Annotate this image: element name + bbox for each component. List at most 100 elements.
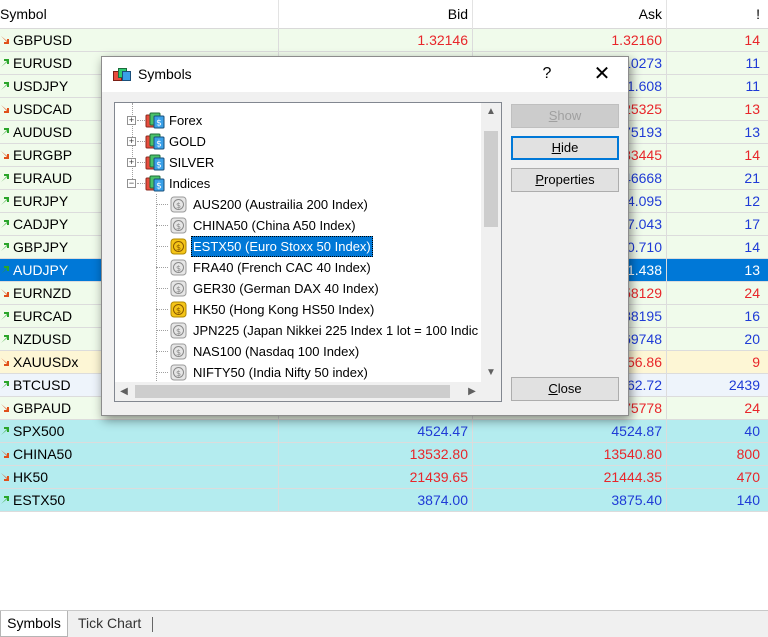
expand-icon[interactable]: +	[127, 137, 136, 146]
tree-group-1[interactable]: + $ GOLD	[115, 131, 475, 152]
tree-guide-line	[137, 162, 145, 163]
symbol-name: GBPUSD	[13, 32, 73, 48]
column-header-bid[interactable]: Bid	[279, 0, 473, 29]
spread-cell: 800	[736, 446, 760, 462]
arrow-up-icon	[1, 427, 9, 435]
tree-guide-line	[137, 183, 145, 184]
symbol-name: USDCAD	[13, 101, 73, 117]
arrow-up-icon	[1, 128, 9, 136]
tree-symbol-label: JPN225 (Japan Nikkei 225 Index 1 lot = 1…	[193, 323, 479, 338]
tree-symbol-label: ESTX50 (Euro Stoxx 50 Index)	[191, 236, 373, 257]
svg-text:$: $	[176, 348, 181, 357]
svg-text:$: $	[176, 201, 181, 210]
table-row[interactable]: CHINA50 13532.80 13540.80 800	[0, 443, 768, 466]
spread-cell: 12	[744, 193, 760, 209]
scroll-right-icon[interactable]: ▶	[463, 382, 481, 401]
close-icon[interactable]: ✕	[586, 61, 618, 87]
show-label-rest: how	[557, 108, 582, 123]
tree-group-2[interactable]: + $ SILVER	[115, 152, 475, 173]
spread-cell: 13	[744, 101, 760, 117]
spread-cell: 14	[744, 147, 760, 163]
dialog-titlebar[interactable]: Symbols ? ✕	[102, 57, 628, 92]
symbol-inactive-icon: $	[170, 322, 187, 339]
bid-cell: 1.32146	[279, 29, 473, 51]
tree-symbol-item[interactable]: $ CHINA50 (China A50 Index)	[115, 215, 481, 236]
symbols-dialog: Symbols ? ✕ + $ Forex + $ GOLD + $ SILVER − $ Indic…	[101, 56, 629, 416]
scroll-down-icon[interactable]: ▼	[481, 364, 501, 382]
collapse-icon[interactable]: −	[127, 179, 136, 188]
help-button[interactable]: ?	[534, 61, 560, 87]
spread-cell: 13	[744, 262, 760, 278]
symbol-tree[interactable]: + $ Forex + $ GOLD + $ SILVER − $ Indices $ AUS200 (A…	[114, 102, 502, 402]
column-header-spread[interactable]: !	[667, 0, 768, 29]
symbols-app-icon	[113, 68, 131, 81]
arrow-up-icon	[1, 381, 9, 389]
tree-symbol-item[interactable]: $ AUS200 (Austrailia 200 Index)	[115, 194, 481, 215]
expand-icon[interactable]: +	[127, 116, 136, 125]
tree-symbol-item[interactable]: $ FRA40 (French CAC 40 Index)	[115, 257, 481, 278]
scroll-left-icon[interactable]: ◀	[115, 382, 133, 401]
table-row[interactable]: SPX500 4524.47 4524.87 40	[0, 420, 768, 443]
tree-group-label: GOLD	[169, 134, 206, 149]
spread-cell: 20	[744, 331, 760, 347]
symbol-inactive-icon: $	[170, 217, 187, 234]
horizontal-scrollbar[interactable]: ◀ ▶	[115, 382, 481, 401]
spread-cell: 14	[744, 32, 760, 48]
expand-icon[interactable]: +	[127, 158, 136, 167]
symbol-name: ESTX50	[13, 492, 66, 508]
table-row[interactable]: ESTX50 3874.00 3875.40 140	[0, 489, 768, 512]
close-mnemonic: C	[548, 381, 558, 396]
symbol-name: EURUSD	[13, 55, 73, 71]
svg-text:$: $	[176, 285, 181, 294]
tree-symbol-item[interactable]: $ HK50 (Hong Kong HS50 Index)	[115, 299, 481, 320]
tree-guide-line	[156, 372, 168, 373]
spread-cell: 16	[744, 308, 760, 324]
tab-bar: Symbols Tick Chart	[0, 610, 768, 637]
bid-cell: 4524.47	[279, 420, 473, 442]
svg-text:$: $	[176, 369, 181, 378]
svg-text:$: $	[176, 306, 181, 315]
close-button[interactable]: Close	[511, 377, 619, 401]
tree-symbol-label: FRA40 (French CAC 40 Index)	[193, 260, 371, 275]
symbol-inactive-icon: $	[170, 280, 187, 297]
table-row[interactable]: HK50 21439.65 21444.35 470	[0, 466, 768, 489]
column-header-ask[interactable]: Ask	[473, 0, 667, 29]
spread-cell: 21	[744, 170, 760, 186]
spread-cell: 13	[744, 124, 760, 140]
column-header-symbol[interactable]: Symbol	[0, 0, 279, 29]
spread-cell: 9	[752, 354, 760, 370]
tree-symbol-item[interactable]: $ NAS100 (Nasdaq 100 Index)	[115, 341, 481, 362]
symbol-name: HK50	[13, 469, 49, 485]
symbol-name: EURJPY	[13, 193, 69, 209]
tree-symbol-item[interactable]: $ ESTX50 (Euro Stoxx 50 Index)	[115, 236, 481, 257]
arrow-down-icon	[1, 105, 9, 113]
show-button[interactable]: Show	[511, 104, 619, 128]
tree-symbol-item[interactable]: $ NIFTY50 (India Nifty 50 index)	[115, 362, 481, 383]
hide-button[interactable]: Hide	[511, 136, 619, 160]
tab-tick-chart[interactable]: Tick Chart	[72, 611, 154, 637]
arrow-down-icon	[1, 151, 9, 159]
tree-guide-line	[156, 351, 168, 352]
spread-cell: 2439	[728, 377, 760, 393]
tree-symbol-item[interactable]: $ GER30 (German DAX 40 Index)	[115, 278, 481, 299]
tree-symbol-label: HK50 (Hong Kong HS50 Index)	[193, 302, 375, 317]
table-row[interactable]: GBPUSD 1.32146 1.32160 14	[0, 29, 768, 52]
tab-symbols[interactable]: Symbols	[0, 611, 68, 637]
scroll-up-icon[interactable]: ▲	[481, 103, 501, 121]
vertical-scroll-thumb[interactable]	[484, 131, 498, 227]
tree-symbol-label: GER30 (German DAX 40 Index)	[193, 281, 379, 296]
properties-button[interactable]: Properties	[511, 168, 619, 192]
tree-symbol-item[interactable]: $ JPN225 (Japan Nikkei 225 Index 1 lot = …	[115, 320, 481, 341]
tree-group-3[interactable]: − $ Indices	[115, 173, 475, 194]
arrow-down-icon	[1, 36, 9, 44]
ask-cell: 21444.35	[473, 466, 667, 488]
symbol-cell: ESTX50	[0, 489, 279, 511]
arrow-up-icon	[1, 59, 9, 67]
symbol-cell: SPX500	[0, 420, 279, 442]
horizontal-scroll-thumb[interactable]	[135, 385, 450, 398]
tree-group-0[interactable]: + $ Forex	[115, 110, 475, 131]
vertical-scrollbar[interactable]: ▲ ▼	[481, 103, 501, 382]
tree-guide-line	[156, 225, 168, 226]
svg-text:$: $	[156, 161, 162, 171]
hide-label-rest: ide	[561, 140, 579, 155]
